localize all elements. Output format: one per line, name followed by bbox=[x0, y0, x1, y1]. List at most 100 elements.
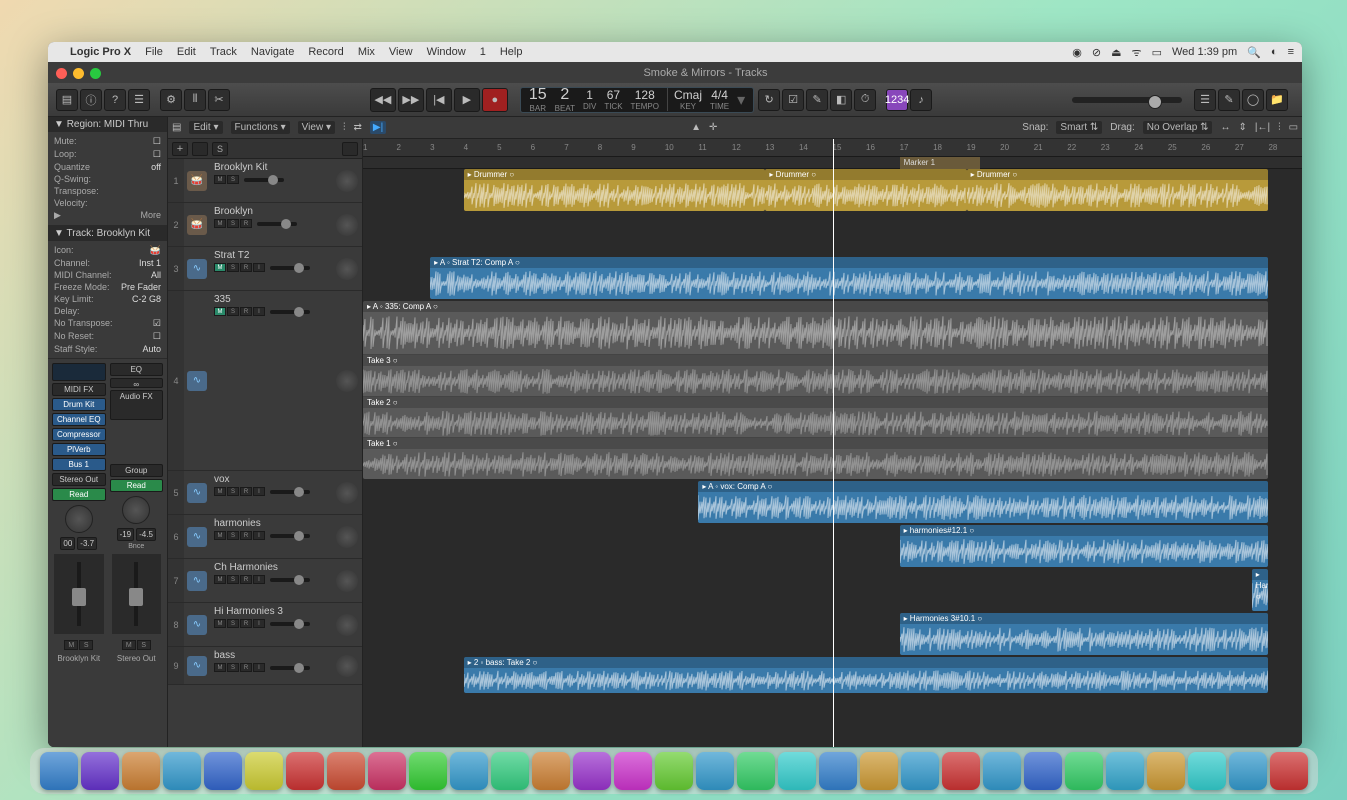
volume-fader[interactable] bbox=[112, 554, 162, 634]
track-volume-slider[interactable] bbox=[270, 666, 310, 670]
track-i-button[interactable]: I bbox=[253, 263, 265, 272]
track-i-button[interactable]: I bbox=[253, 487, 265, 496]
dock-app-icon[interactable] bbox=[450, 752, 488, 790]
track-m-button[interactable]: M bbox=[214, 175, 226, 184]
editors-button[interactable]: ✂ bbox=[208, 89, 230, 111]
track-s-button[interactable]: S bbox=[227, 575, 239, 584]
solo-button[interactable]: ◧ bbox=[830, 89, 852, 111]
notification-icon[interactable]: ≡ bbox=[1288, 46, 1294, 58]
dock-app-icon[interactable] bbox=[409, 752, 447, 790]
track-volume-slider[interactable] bbox=[257, 222, 297, 226]
track-m-button[interactable]: M bbox=[214, 487, 226, 496]
spotlight-icon[interactable]: 🔍 bbox=[1247, 46, 1261, 59]
audio-region[interactable]: ▸ Drummer ○ bbox=[967, 169, 1269, 211]
audio-region[interactable]: ▸ 2 ◦ bass: Take 2 ○ bbox=[464, 657, 1269, 693]
audio-region[interactable]: ▸ harmonies#12.1 ○ bbox=[900, 525, 1269, 567]
vertical-zoom[interactable]: ▭ bbox=[1289, 122, 1298, 133]
battery-icon[interactable]: ▭ bbox=[1152, 46, 1162, 59]
dock-app-icon[interactable] bbox=[368, 752, 406, 790]
dock-app-icon[interactable] bbox=[1270, 752, 1308, 790]
functions-menu[interactable]: Functions ▾ bbox=[231, 121, 290, 134]
dock-app-icon[interactable] bbox=[655, 752, 693, 790]
audio-region[interactable]: ▸ A ◦ vox: Comp A ○ bbox=[698, 481, 1268, 523]
menu-navigate[interactable]: Navigate bbox=[251, 46, 294, 58]
toolbar-button[interactable]: ☰ bbox=[128, 89, 150, 111]
track-r-button[interactable]: R bbox=[240, 219, 252, 228]
track-r-button[interactable]: R bbox=[240, 619, 252, 628]
track-r-button[interactable]: R bbox=[240, 531, 252, 540]
audio-region[interactable]: ▸ Drummer ○ bbox=[765, 169, 966, 211]
marker[interactable]: Marker 1 bbox=[900, 157, 980, 169]
pan-knob[interactable] bbox=[122, 496, 150, 524]
track-inspector-header[interactable]: ▼ Track: Brooklyn Kit bbox=[48, 226, 167, 241]
track-m-button[interactable]: M bbox=[214, 663, 226, 672]
dock-app-icon[interactable] bbox=[204, 752, 242, 790]
mixer-button[interactable]: ⫴ bbox=[184, 89, 206, 111]
track-r-button[interactable]: R bbox=[240, 575, 252, 584]
track-header[interactable]: 9∿bassMSRI bbox=[168, 647, 362, 685]
track-pan-knob[interactable] bbox=[336, 482, 358, 504]
pan-knob[interactable] bbox=[65, 505, 93, 533]
stop-button[interactable]: |◀ bbox=[426, 88, 452, 112]
track-header[interactable]: 7∿Ch HarmoniesMSRI bbox=[168, 559, 362, 603]
media-browser-button[interactable]: 📁 bbox=[1266, 89, 1288, 111]
track-volume-slider[interactable] bbox=[270, 534, 310, 538]
track-m-button[interactable]: M bbox=[214, 531, 226, 540]
automation-button[interactable]: ⫶ bbox=[343, 122, 346, 133]
track-i-button[interactable]: I bbox=[253, 575, 265, 584]
audio-region[interactable]: ▸ Drummer ○ bbox=[464, 169, 766, 211]
eq-thumbnail[interactable] bbox=[52, 363, 106, 381]
menu-file[interactable]: File bbox=[145, 46, 163, 58]
maximize-icon[interactable] bbox=[90, 68, 101, 79]
take-header[interactable]: Take 3 ○ bbox=[363, 355, 1268, 366]
dock-app-icon[interactable] bbox=[81, 752, 119, 790]
track-i-button[interactable]: I bbox=[253, 619, 265, 628]
zoom-h-button[interactable]: ↔ bbox=[1220, 122, 1230, 133]
track-header[interactable]: 5∿voxMSRI bbox=[168, 471, 362, 515]
dock-app-icon[interactable] bbox=[901, 752, 939, 790]
track-header[interactable]: 6∿harmoniesMSRI bbox=[168, 515, 362, 559]
track-header[interactable]: 8∿Hi Harmonies 3MSRI bbox=[168, 603, 362, 647]
track-s-button[interactable]: S bbox=[227, 619, 239, 628]
track-pan-knob[interactable] bbox=[336, 214, 358, 236]
catch-button[interactable]: ▶| bbox=[370, 121, 386, 134]
track-pan-knob[interactable] bbox=[336, 570, 358, 592]
rewind-button[interactable]: ◀◀ bbox=[370, 88, 396, 112]
track-s-button[interactable]: S bbox=[227, 663, 239, 672]
status-icon[interactable]: ⏏ bbox=[1111, 46, 1121, 59]
waveform-zoom[interactable]: ⫶ bbox=[1278, 122, 1281, 133]
audio-region[interactable]: ▸ Harmonies 3#10.1 ○ bbox=[900, 613, 1269, 655]
track-pan-knob[interactable] bbox=[336, 370, 358, 392]
track-volume-slider[interactable] bbox=[270, 310, 310, 314]
record-button[interactable]: ● bbox=[482, 88, 508, 112]
dock-app-icon[interactable] bbox=[1229, 752, 1267, 790]
siri-icon[interactable]: ◐ bbox=[1271, 46, 1278, 58]
track-header[interactable]: 2🥁BrooklynMSR bbox=[168, 203, 362, 247]
menu-1[interactable]: 1 bbox=[480, 46, 486, 58]
region-header[interactable]: ▸ 2 ◦ bass: Take 2 ○ bbox=[464, 657, 1269, 668]
master-volume-slider[interactable] bbox=[1072, 97, 1182, 103]
zoom-v-button[interactable]: ⇕ bbox=[1238, 122, 1246, 133]
track-pan-knob[interactable] bbox=[336, 258, 358, 280]
close-icon[interactable] bbox=[56, 68, 67, 79]
track-r-button[interactable]: R bbox=[240, 487, 252, 496]
track-pan-knob[interactable] bbox=[336, 614, 358, 636]
track-pan-knob[interactable] bbox=[336, 170, 358, 192]
snap-select[interactable]: Smart ⇅ bbox=[1056, 121, 1102, 134]
track-volume-slider[interactable] bbox=[270, 490, 310, 494]
track-s-button[interactable]: S bbox=[227, 531, 239, 540]
track-volume-slider[interactable] bbox=[270, 622, 310, 626]
track-i-button[interactable]: I bbox=[253, 531, 265, 540]
audio-region[interactable]: ▸ Harm ○ bbox=[1252, 569, 1269, 611]
global-tracks-button[interactable]: ▤ bbox=[172, 122, 181, 133]
region-header[interactable]: ▸ Drummer ○ bbox=[765, 169, 966, 180]
pointer-tool[interactable]: ▲ bbox=[691, 122, 701, 133]
volume-fader[interactable] bbox=[54, 554, 104, 634]
arrange-area[interactable]: 1234567891011121314151617181920212223242… bbox=[363, 139, 1302, 747]
track-volume-slider[interactable] bbox=[270, 578, 310, 582]
marquee-tool[interactable]: ✛ bbox=[709, 122, 717, 133]
track-s-button[interactable]: S bbox=[227, 219, 239, 228]
region-header[interactable]: ▸ A ◦ Strat T2: Comp A ○ bbox=[430, 257, 1268, 268]
region-header[interactable]: ▸ Drummer ○ bbox=[967, 169, 1269, 180]
dock-app-icon[interactable] bbox=[1065, 752, 1103, 790]
